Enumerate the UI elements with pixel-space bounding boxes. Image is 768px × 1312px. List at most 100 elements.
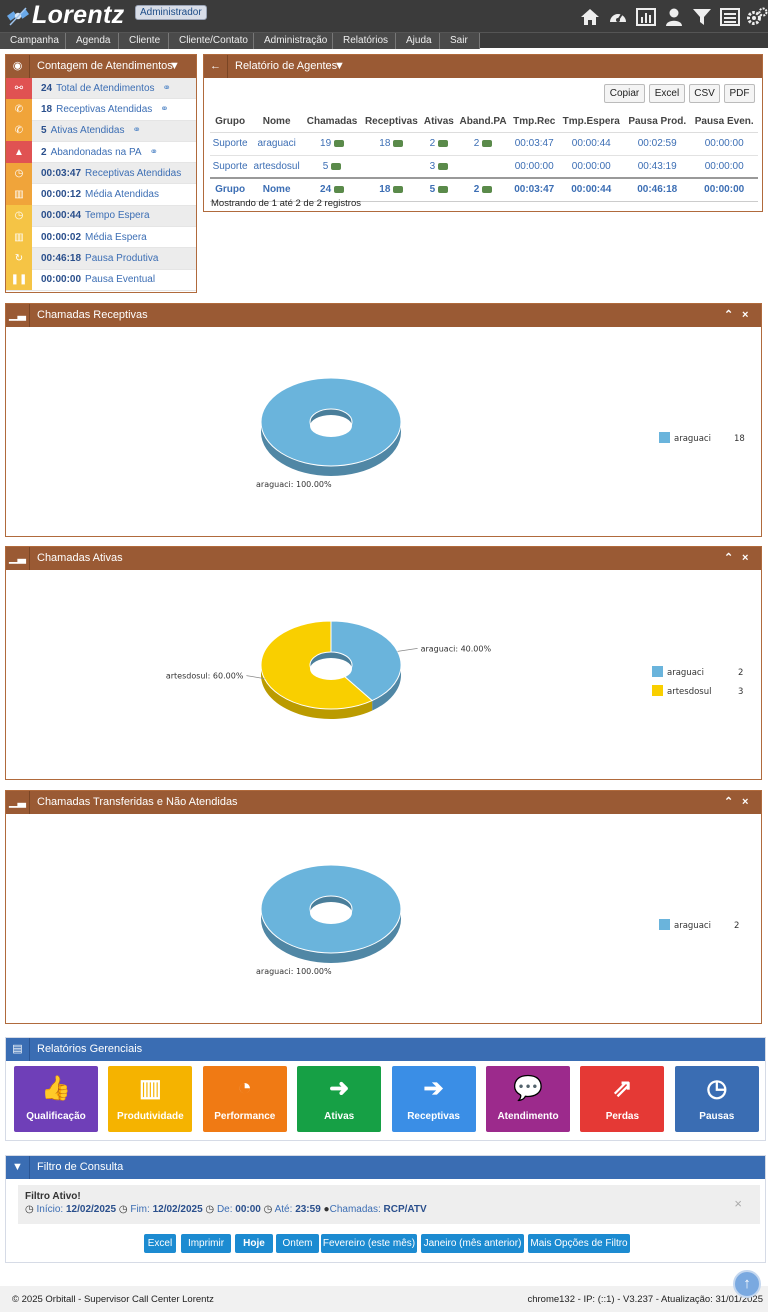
collapse-icon[interactable]: ⌃ — [724, 791, 733, 814]
menu-campanha[interactable]: Campanha — [0, 33, 66, 49]
filter-button-2[interactable]: Hoje — [235, 1234, 273, 1253]
close-icon[interactable]: × — [742, 791, 748, 814]
column-header[interactable]: Ativas — [421, 112, 457, 133]
contagem-panel: ◉ Contagem de Atendimentos ▼ ⚯ 24 Total de… — [5, 54, 197, 293]
report-button-6[interactable]: ⇗ Perdas — [580, 1066, 665, 1132]
phone-mini-icon — [393, 186, 404, 194]
arrow-left-icon[interactable]: ← — [204, 55, 228, 78]
relatorios-title: Relatórios Gerenciais — [37, 1043, 143, 1055]
contagem-label: Abandonadas na PA — [50, 146, 142, 158]
column-header[interactable]: Pausa Prod. — [624, 112, 691, 133]
collapse-icon[interactable]: ⌃ — [724, 547, 733, 570]
close-icon[interactable]: × — [742, 304, 748, 327]
menu-sair[interactable]: Sair — [440, 33, 480, 49]
column-header[interactable]: Nome — [250, 112, 304, 133]
contagem-row: ✆ 5 Ativas Atendidas ⚭ — [6, 120, 196, 142]
signal-icon: ▁▃ — [6, 791, 30, 814]
menu-relatorios[interactable]: Relatórios — [333, 33, 396, 49]
report-button-2[interactable]: ◔ Performance — [202, 1066, 287, 1132]
column-header[interactable]: Aband.PA — [456, 112, 511, 133]
table-row: Suporte artesdosul 5 3 00:00:00 00:00:00 00:43… — [210, 155, 758, 179]
excel-button[interactable]: Excel — [649, 84, 685, 103]
collapse-icon[interactable]: ⌃ — [724, 304, 733, 327]
clock-icon: ◷ — [205, 1204, 215, 1215]
close-icon[interactable]: × — [734, 1196, 742, 1211]
filter-icon[interactable]: ▼ — [169, 55, 180, 78]
user-icon[interactable] — [664, 7, 684, 27]
table-cell: 5 — [303, 155, 362, 179]
external-link-icon: ⇗ — [612, 1075, 633, 1102]
report-button-0[interactable]: 👍 Qualificação — [14, 1066, 98, 1132]
app-logo-text[interactable]: Lorentz — [32, 1, 124, 30]
relatorios-header: ▤ Relatórios Gerenciais — [6, 1038, 765, 1061]
close-icon[interactable]: × — [742, 547, 748, 570]
contagem-value: 00:00:00 — [41, 274, 82, 286]
filter-button-5[interactable]: Janeiro (mês anterior) — [421, 1234, 524, 1253]
list-icon[interactable] — [720, 7, 740, 27]
link-icon[interactable]: ⚭ — [133, 125, 141, 136]
table-cell[interactable]: araguaci — [250, 132, 304, 156]
report-button-4[interactable]: ➔ Receptivas — [391, 1066, 476, 1132]
filter-button-0[interactable]: Excel — [144, 1234, 176, 1253]
report-button-label: Perdas — [605, 1111, 640, 1122]
filter-button-3[interactable]: Ontem — [276, 1234, 319, 1253]
menu-cliente-contato[interactable]: Cliente/Contato — [169, 33, 254, 49]
table-cell: 00:00:00 — [690, 177, 758, 202]
filter-button-1[interactable]: Imprimir — [181, 1234, 231, 1253]
cell-text: artesdosul — [253, 160, 300, 172]
menu-administracao[interactable]: Administração — [254, 33, 333, 49]
column-header[interactable]: Pausa Even. — [690, 112, 758, 133]
copiar-button[interactable]: Copiar — [604, 84, 645, 103]
cell-text: 00:00:00 — [704, 160, 744, 172]
table-cell: 2 — [456, 132, 511, 156]
link-icon[interactable]: ⚭ — [163, 83, 171, 94]
column-header[interactable]: Tmp.Espera — [558, 112, 625, 133]
report-button-1[interactable]: ▥ Produtividade — [108, 1066, 193, 1132]
contagem-value: 2 — [41, 146, 47, 158]
link-icon[interactable]: ⚭ — [150, 147, 158, 158]
column-header[interactable]: Grupo — [210, 112, 251, 133]
gears-icon[interactable] — [746, 7, 768, 27]
contagem-row: ▥ 00:00:12 Média Atendidas — [6, 183, 196, 206]
menu-agenda[interactable]: Agenda — [66, 33, 119, 49]
pie-hole-center — [310, 658, 352, 680]
menu-cliente[interactable]: Cliente — [119, 33, 169, 49]
main-menu: Campanha Agenda Cliente Cliente/Contato … — [0, 32, 768, 49]
slice-label: araguaci: 100.00% — [256, 480, 332, 489]
legend-swatch — [659, 432, 670, 443]
table-cell: 00:00:00 — [690, 155, 758, 179]
phone-icon: ✆ — [6, 98, 32, 121]
table-cell[interactable]: artesdosul — [250, 155, 304, 179]
cell-text: 00:03:47 — [514, 138, 554, 149]
report-button-7[interactable]: ◷ Pausas — [674, 1066, 759, 1132]
column-header[interactable]: Chamadas — [303, 112, 362, 133]
column-header[interactable]: Receptivas — [361, 112, 422, 133]
chart-header: ▁▃ Chamadas Transferidas e Não Atendidas… — [6, 791, 761, 814]
column-header[interactable]: Tmp.Rec — [510, 112, 559, 133]
menu-ajuda[interactable]: Ajuda — [396, 33, 440, 49]
dashboard-gauge-icon[interactable] — [608, 7, 628, 27]
report-button-label: Receptivas — [407, 1111, 460, 1122]
filter-button-6[interactable]: Mais Opções de Filtro — [528, 1234, 630, 1253]
top-bar: Lorentz Administrador — [0, 0, 768, 32]
csv-button[interactable]: CSV — [689, 84, 720, 103]
pdf-button[interactable]: PDF — [724, 84, 755, 103]
bar-chart-icon[interactable] — [636, 7, 656, 27]
home-icon[interactable] — [580, 7, 600, 27]
cell-text: 5 — [429, 184, 436, 196]
filter-icon[interactable] — [692, 7, 712, 27]
filter-button-4[interactable]: Fevereiro (este mês) — [321, 1234, 417, 1253]
slice-label: araguaci: 100.00% — [256, 967, 332, 976]
legend-swatch — [652, 666, 663, 677]
chart-title: Chamadas Receptivas — [37, 309, 148, 321]
report-button-3[interactable]: ➜ Ativas — [297, 1066, 382, 1132]
scroll-top-button[interactable]: ↑ — [733, 1270, 761, 1298]
pie-hole-center — [310, 415, 352, 437]
phone-mini-icon — [438, 162, 449, 170]
contagem-list: ⚯ 24 Total de Atendimentos ⚭ ✆ 18 Receptivas A… — [6, 77, 196, 291]
contagem-row: ◷ 00:03:47 Receptivas Atendidas — [6, 162, 196, 185]
report-button-5[interactable]: 💬 Atendimento — [486, 1066, 570, 1132]
link-icon[interactable]: ⚭ — [160, 104, 168, 115]
chart-panel-transferidas: ▁▃ Chamadas Transferidas e Não Atendidas… — [5, 790, 762, 1024]
filter-icon[interactable]: ▼ — [334, 55, 345, 78]
